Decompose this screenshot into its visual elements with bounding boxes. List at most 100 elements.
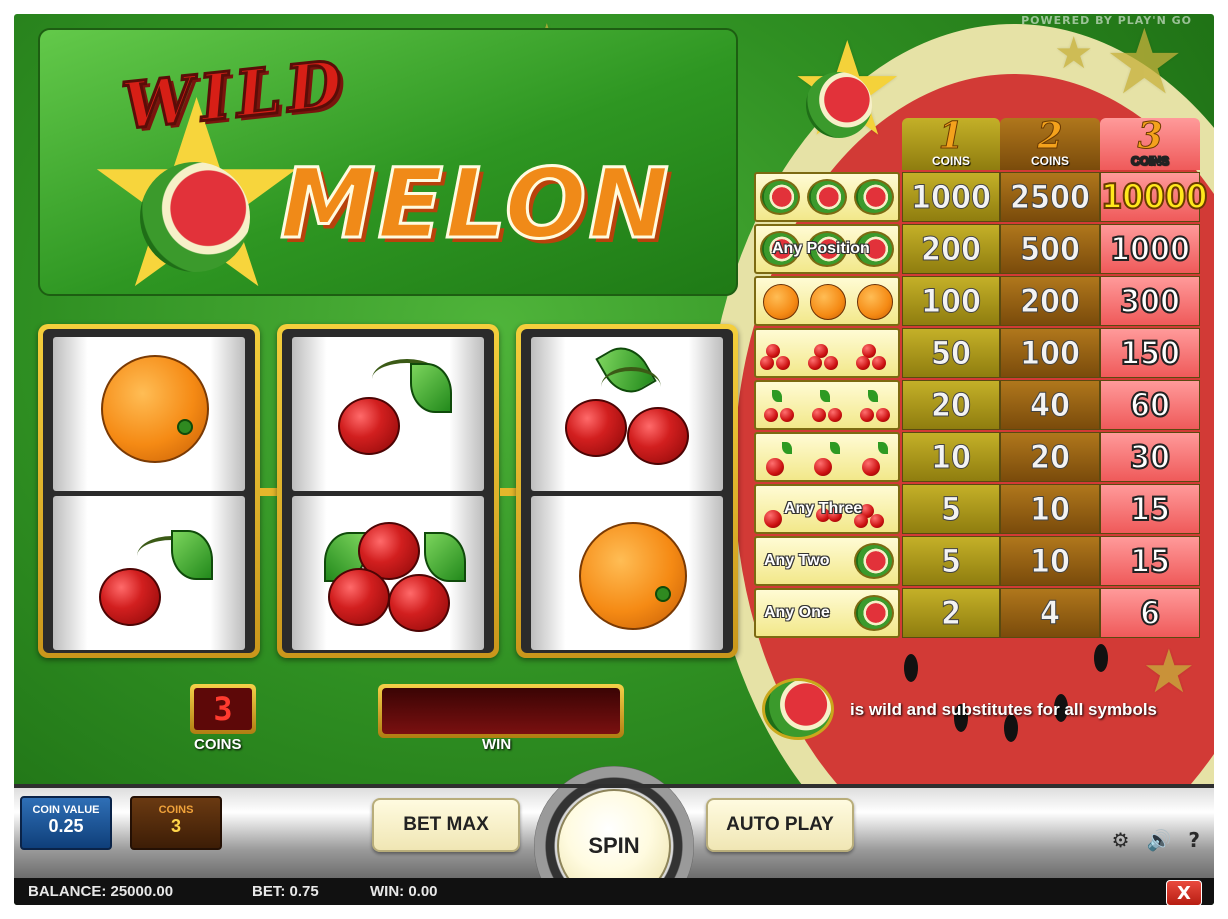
help-button[interactable]: ? [1188, 828, 1200, 852]
pay-3-coins: 15 [1100, 484, 1200, 534]
cherry-icon [627, 407, 689, 465]
pay-2-coins: 200 [1000, 276, 1100, 326]
symbol-three-single-cherries [754, 432, 900, 482]
reel-3-top [531, 337, 723, 491]
utility-icons: ⚙ 🔊 ? [1102, 828, 1200, 852]
paytable-header-2: 2 COINS [1000, 118, 1100, 170]
pay-1-coin: 5 [902, 536, 1000, 586]
pay-2-coins: 2500 [1000, 172, 1100, 222]
paytable-row: Any Position 200 500 1000 [754, 224, 1200, 274]
coins-display: 3 [190, 684, 256, 734]
pay-3-coins: 15 [1100, 536, 1200, 586]
orange-icon [579, 522, 687, 630]
symbol-three-melons [754, 172, 900, 222]
paytable-row: 1000 2500 10000 [754, 172, 1208, 222]
watermelon-icon [854, 179, 894, 215]
symbol-any-three-cherries: Any Three [754, 484, 900, 534]
coins-label: COINS [158, 804, 194, 816]
bet-max-button[interactable]: BET MAX [372, 798, 520, 852]
coins-selector[interactable]: COINS 3 [130, 796, 222, 850]
symbol-caption: Any Three [784, 500, 863, 517]
symbol-caption: Any Position [772, 240, 870, 257]
coins-value: 3 [170, 816, 181, 836]
coin-value: 0.25 [48, 816, 84, 836]
pay-2-coins: 20 [1000, 432, 1100, 482]
pay-1-coin: 10 [902, 432, 1000, 482]
win-readout: WIN: 0.00 [370, 883, 438, 900]
pay-3-coins: 10000 [1100, 172, 1208, 222]
cherry-icon [99, 568, 161, 626]
pay-1-coin: 20 [902, 380, 1000, 430]
pay-3-coins: 300 [1100, 276, 1200, 326]
coin-value-selector[interactable]: COIN VALUE 0.25 [20, 796, 112, 850]
cherry-icon [388, 574, 450, 632]
control-bar: COIN VALUE 0.25 COINS 3 BET MAX SPIN AUT… [14, 766, 1214, 905]
status-bar: BALANCE: 25000.00 BET: 0.75 WIN: 0.00 X [14, 878, 1214, 905]
pay-2-coins: 10 [1000, 484, 1100, 534]
leaf-icon [424, 532, 466, 582]
cherry-icon [328, 568, 390, 626]
pay-1-coin: 100 [902, 276, 1000, 326]
pay-2-coins: 4 [1000, 588, 1100, 638]
pay-2-coins: 10 [1000, 536, 1100, 586]
pay-1-coin: 5 [902, 484, 1000, 534]
orange-icon [763, 284, 799, 320]
logo-panel: ★ WILD MELON [38, 28, 738, 296]
pay-3-coins: 30 [1100, 432, 1200, 482]
pay-1-coin: 50 [902, 328, 1000, 378]
reel-2 [277, 324, 499, 658]
pay-3-coins: 1000 [1100, 224, 1200, 274]
watermelon-icon [806, 72, 872, 138]
paytable-header-3: 3 COINS [1100, 118, 1200, 170]
watermelon-icon [854, 595, 894, 631]
orange-icon [857, 284, 893, 320]
pay-1-coin: 1000 [902, 172, 1000, 222]
logo-melon: MELON [279, 147, 671, 262]
star-icon: ★ [1054, 28, 1094, 79]
pay-2-coins: 500 [1000, 224, 1100, 274]
pay-2-coins: 40 [1000, 380, 1100, 430]
paytable-row: Any One 2 4 6 [754, 588, 1200, 638]
pay-1-coin: 2 [902, 588, 1000, 638]
bet-readout: BET: 0.75 [252, 883, 319, 900]
close-button[interactable]: X [1166, 880, 1202, 905]
symbol-three-triple-cherries [754, 328, 900, 378]
pay-3-coins: 150 [1100, 328, 1200, 378]
coins-display-value: 3 [194, 688, 252, 730]
speaker-icon[interactable]: 🔊 [1147, 828, 1172, 852]
auto-play-button[interactable]: AUTO PLAY [706, 798, 854, 852]
paytable-row: 20 40 60 [754, 380, 1200, 430]
paytable-row: 50 100 150 [754, 328, 1200, 378]
cherry-icon [565, 399, 627, 457]
reel-3-bottom [531, 496, 723, 650]
win-display [378, 684, 624, 738]
paytable-row: 10 20 30 [754, 432, 1200, 482]
paytable-header-1: 1 COINS [902, 118, 1000, 170]
leaf-icon [410, 363, 452, 413]
orange-icon [810, 284, 846, 320]
symbol-any-one-melon: Any One [754, 588, 900, 638]
reel-1-bottom [53, 496, 245, 650]
pay-2-coins: 100 [1000, 328, 1100, 378]
balance-readout: BALANCE: 25000.00 [28, 883, 174, 900]
pay-3-coins: 60 [1100, 380, 1200, 430]
coin-value-label: COIN VALUE [32, 804, 100, 816]
symbol-three-oranges [754, 276, 900, 326]
symbol-any-two-melon: Any Two [754, 536, 900, 586]
watermelon-icon [760, 179, 800, 215]
symbol-melons-any-position: Any Position [754, 224, 900, 274]
gear-icon[interactable]: ⚙ [1112, 828, 1130, 852]
symbol-three-double-cherries [754, 380, 900, 430]
game-frame: ★ ★ ★ ★ ★ ★ ★ ★ ★ POWERED BY PLAY'N GO ★… [14, 14, 1214, 905]
orange-icon [101, 355, 209, 463]
star-icon: ★ [1104, 14, 1185, 115]
paytable-row: 100 200 300 [754, 276, 1200, 326]
wild-note-text: is wild and substitutes for all symbols [850, 700, 1158, 719]
background-seed [904, 654, 918, 682]
win-display-value [382, 688, 620, 734]
watermelon-icon [854, 543, 894, 579]
reel-2-bottom [292, 496, 484, 650]
reel-3 [516, 324, 738, 658]
symbol-caption: Any Two [764, 552, 830, 569]
watermelon-icon [762, 678, 834, 740]
